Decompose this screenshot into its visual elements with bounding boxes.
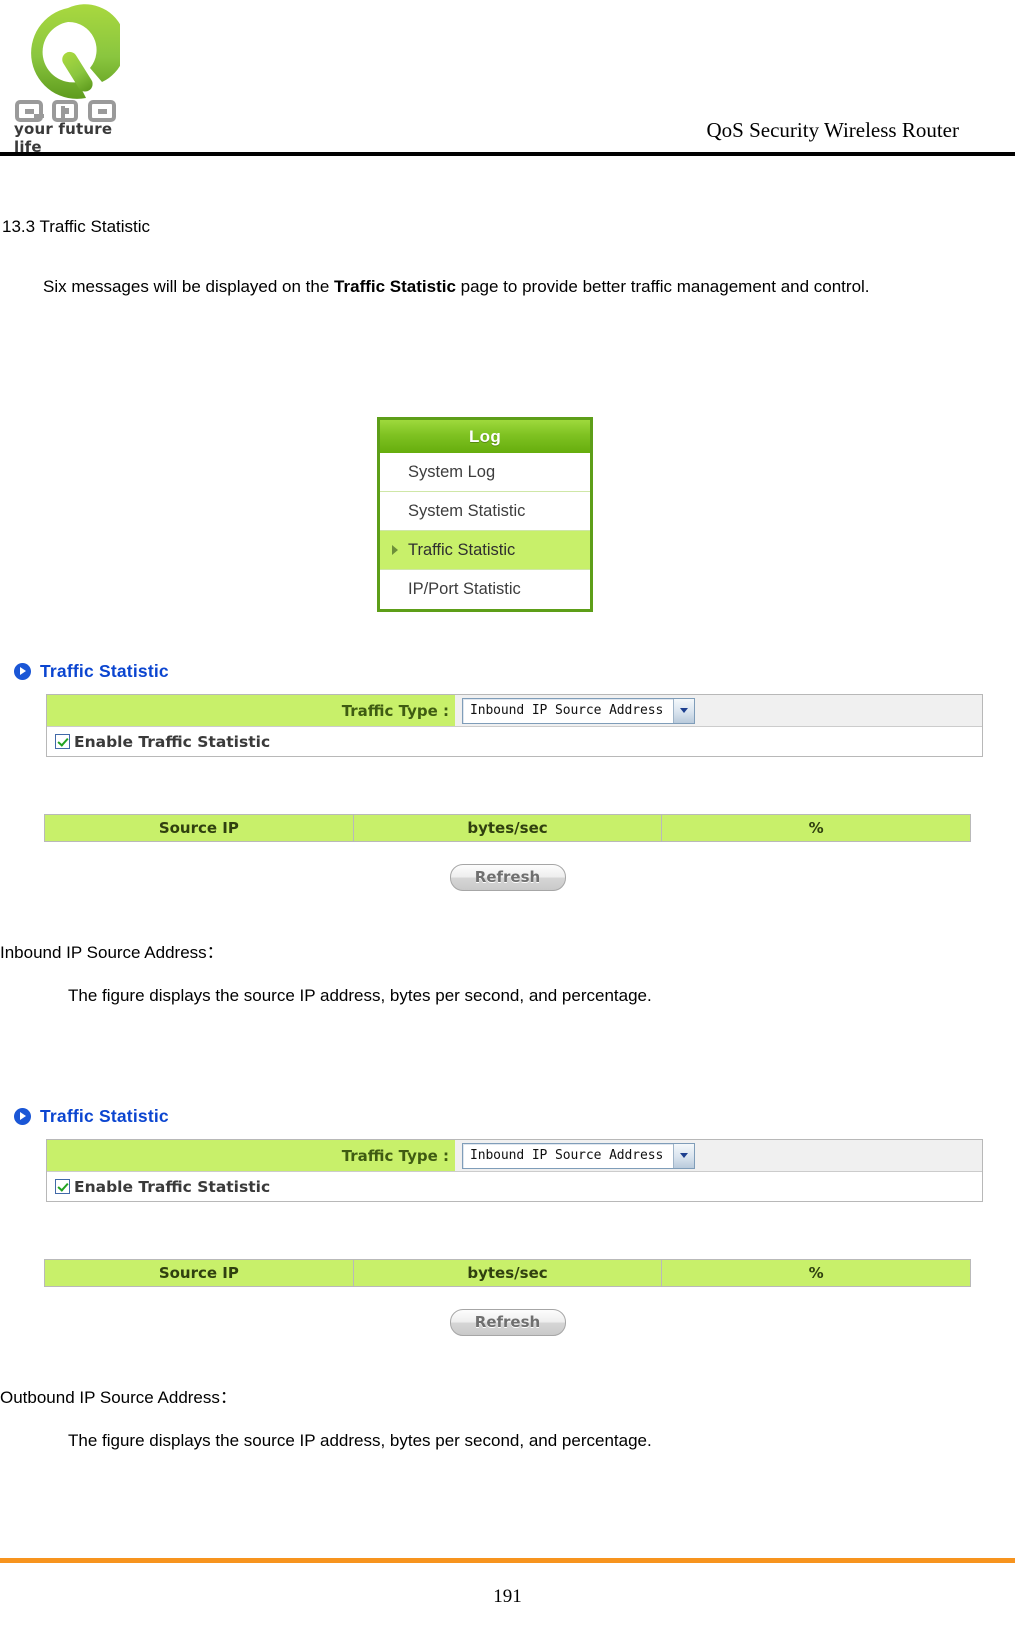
intro-text-2: page to provide better traffic managemen… [455, 277, 870, 296]
column-header-percent: % [662, 1260, 971, 1286]
column-header-source-ip: Source IP [45, 1260, 354, 1286]
panel-title: Traffic Statistic [40, 661, 169, 681]
traffic-type-field: Inbound IP Source Address [455, 1140, 982, 1171]
refresh-button[interactable]: Refresh [449, 1309, 566, 1336]
refresh-row: Refresh [0, 864, 1015, 891]
traffic-type-label: Traffic Type : [47, 695, 455, 726]
column-header-bytes-per-sec: bytes/sec [353, 815, 663, 841]
traffic-type-select[interactable]: Inbound IP Source Address [462, 697, 696, 724]
product-title: QoS Security Wireless Router [706, 118, 959, 142]
traffic-type-selected-value: Inbound IP Source Address [470, 703, 664, 718]
traffic-statistic-panel-2: Traffic Statistic Traffic Type : Inbound… [0, 1103, 1015, 1336]
traffic-settings-box: Traffic Type : Inbound IP Source Address… [46, 694, 983, 757]
caret-right-icon [392, 545, 398, 555]
section-title: 13.3 Traffic Statistic [2, 217, 151, 236]
enable-traffic-statistic-checkbox[interactable] [55, 734, 70, 749]
panel-title: Traffic Statistic [40, 1106, 169, 1126]
log-menu-item-traffic-statistic[interactable]: Traffic Statistic [380, 531, 590, 570]
logo-tagline: your future life [14, 120, 113, 156]
intro-paragraph: Six messages will be displayed on the Tr… [40, 272, 980, 301]
subheading-outbound: Outbound IP Source Address： [0, 1388, 237, 1407]
panel-heading: Traffic Statistic [0, 1103, 1015, 1130]
traffic-statistic-table: Source IP bytes/sec % [44, 1259, 971, 1287]
traffic-type-row: Traffic Type : Inbound IP Source Address [47, 1140, 982, 1171]
subheading-inbound: Inbound IP Source Address： [0, 943, 224, 962]
enable-traffic-statistic-row[interactable]: Enable Traffic Statistic [47, 1171, 982, 1201]
bullet-arrow-icon [14, 1108, 31, 1125]
log-menu-title: Log [380, 420, 590, 453]
document-page: your future life QoS Security Wireless R… [0, 0, 1015, 1632]
footer-divider [0, 1558, 1015, 1563]
traffic-type-select[interactable]: Inbound IP Source Address [462, 1142, 696, 1169]
log-menu-item-ip-port-statistic[interactable]: IP/Port Statistic [380, 570, 590, 609]
column-header-bytes-per-sec: bytes/sec [353, 1260, 663, 1286]
refresh-button[interactable]: Refresh [449, 864, 566, 891]
traffic-type-row: Traffic Type : Inbound IP Source Address [47, 695, 982, 726]
description-inbound: The figure displays the source IP addres… [68, 986, 652, 1005]
log-menu-item-label: System Log [408, 463, 496, 481]
column-header-source-ip: Source IP [45, 815, 354, 841]
log-menu-item-label: IP/Port Statistic [408, 580, 521, 598]
bullet-arrow-icon [14, 663, 31, 680]
traffic-type-selected-value: Inbound IP Source Address [470, 1148, 664, 1163]
column-header-percent: % [662, 815, 971, 841]
header-divider [0, 152, 1015, 156]
log-menu-item-label: Traffic Statistic [408, 541, 516, 559]
intro-emphasis: Traffic Statistic [334, 277, 456, 296]
qno-logo: your future life [6, 2, 134, 156]
refresh-row: Refresh [0, 1309, 1015, 1336]
panel-heading: Traffic Statistic [0, 658, 1015, 685]
footer-divider-cap [0, 1558, 148, 1563]
chevron-down-icon[interactable] [673, 1143, 695, 1168]
traffic-statistic-table: Source IP bytes/sec % [44, 814, 971, 842]
traffic-settings-box: Traffic Type : Inbound IP Source Address… [46, 1139, 983, 1202]
traffic-statistic-panel-1: Traffic Statistic Traffic Type : Inbound… [0, 658, 1015, 891]
log-menu-panel: Log System Log System Statistic Traffic … [377, 417, 593, 612]
chevron-down-icon[interactable] [673, 698, 695, 723]
log-menu-item-label: System Statistic [408, 502, 526, 520]
traffic-type-label: Traffic Type : [47, 1140, 455, 1171]
traffic-type-field: Inbound IP Source Address [455, 695, 982, 726]
log-menu-item-system-statistic[interactable]: System Statistic [380, 492, 590, 531]
page-number: 191 [493, 1586, 522, 1607]
enable-traffic-statistic-label: Enable Traffic Statistic [74, 1177, 271, 1196]
description-outbound: The figure displays the source IP addres… [68, 1431, 652, 1450]
log-menu-item-system-log[interactable]: System Log [380, 453, 590, 492]
intro-text-1: Six messages will be displayed on the [43, 277, 335, 296]
page-header: your future life QoS Security Wireless R… [0, 0, 1015, 156]
enable-traffic-statistic-label: Enable Traffic Statistic [74, 732, 271, 751]
enable-traffic-statistic-checkbox[interactable] [55, 1179, 70, 1194]
q-logo-icon [31, 4, 120, 99]
enable-traffic-statistic-row[interactable]: Enable Traffic Statistic [47, 726, 982, 756]
